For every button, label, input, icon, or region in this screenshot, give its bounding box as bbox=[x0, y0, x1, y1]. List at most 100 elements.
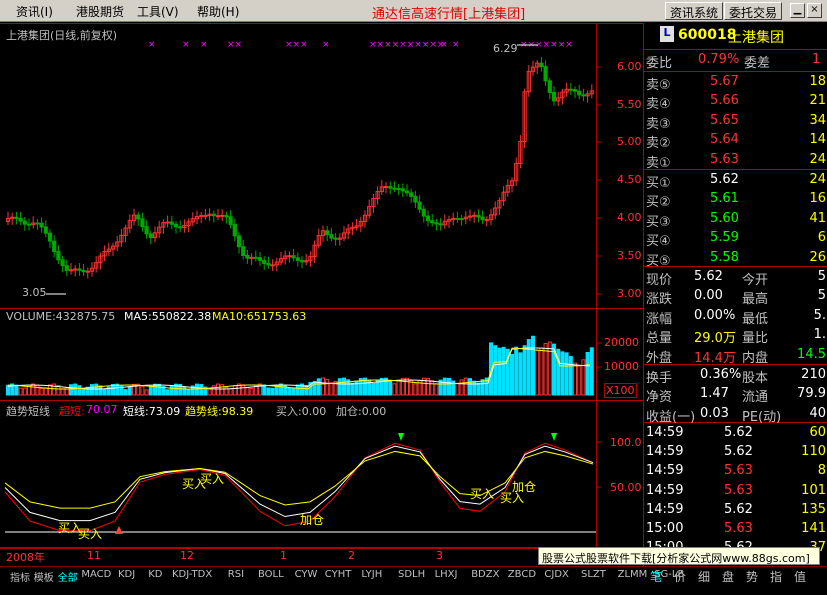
tab-模板[interactable]: 模板 bbox=[34, 569, 54, 584]
volume-bar bbox=[102, 388, 107, 396]
candle-body bbox=[148, 233, 153, 238]
candle-body bbox=[568, 88, 573, 91]
info-system-button[interactable]: 资讯系统 bbox=[665, 2, 724, 20]
menu-tools[interactable]: 工具(V) bbox=[137, 3, 179, 20]
candle-body bbox=[417, 201, 422, 210]
volume-bar bbox=[232, 385, 237, 396]
tab-rsi[interactable]: RSI bbox=[228, 569, 244, 580]
volume-bar bbox=[514, 346, 519, 396]
candle-body bbox=[173, 223, 179, 228]
volume-bar bbox=[73, 383, 78, 396]
candle-body bbox=[581, 94, 586, 97]
app-title: 通达信高速行情[上港集团] bbox=[372, 7, 526, 22]
tick-row: 14:59 5.62 135 bbox=[646, 501, 826, 517]
side-tab[interactable]: 势 bbox=[746, 568, 758, 585]
date-tick: 2008年 bbox=[6, 551, 45, 564]
candle-body bbox=[551, 91, 557, 102]
stat-row: 外盘 14.4万 内盘 14.5 bbox=[646, 346, 826, 366]
volume-bar bbox=[182, 386, 187, 396]
price-tick: 5.50 bbox=[617, 98, 642, 111]
menu-help[interactable]: 帮助(H) bbox=[197, 3, 239, 20]
tab-zlmm[interactable]: ZLMM bbox=[618, 569, 648, 580]
tab-全部[interactable]: 全部 bbox=[58, 569, 78, 584]
volume-bar bbox=[568, 356, 573, 396]
close-icon[interactable]: × bbox=[807, 3, 822, 18]
tab-zbcd[interactable]: ZBCD bbox=[508, 569, 536, 580]
menu-info[interactable]: 资讯(I) bbox=[16, 3, 53, 20]
stat-row: 换手 0.36% 股本 210 bbox=[646, 367, 826, 386]
qushi-legend: 趋势线:98.39 bbox=[185, 405, 254, 418]
volume-bar bbox=[455, 382, 460, 396]
candle-body bbox=[299, 260, 305, 263]
stat-row: 收益(一) 0.03 PE(动) 40 bbox=[646, 405, 826, 425]
tick-row: 14:59 5.62 60 bbox=[646, 425, 826, 440]
tab-cyht[interactable]: CYHT bbox=[325, 569, 352, 580]
svg-text:×: × bbox=[200, 40, 208, 50]
bid-row: 买⑤ 5.58 26 bbox=[646, 249, 826, 269]
date-tick: 11 bbox=[87, 549, 101, 562]
kline-chart-area[interactable]: × × × ×× ××× × ×××××××××× × × ××××××× 上港… bbox=[0, 23, 643, 548]
tab-macd[interactable]: MACD bbox=[81, 569, 111, 580]
tick-row: 14:59 5.63 101 bbox=[646, 482, 826, 498]
volume-bar bbox=[413, 383, 418, 396]
tab-cyw[interactable]: CYW bbox=[295, 569, 318, 580]
side-tab[interactable]: 盘 bbox=[722, 568, 734, 585]
trade-button[interactable]: 委托交易 bbox=[724, 2, 783, 20]
candle-body bbox=[409, 192, 414, 197]
candle-body bbox=[81, 269, 86, 273]
volume-bar bbox=[148, 385, 153, 396]
volume-bar bbox=[270, 387, 275, 396]
volume-bar bbox=[195, 383, 199, 396]
volume-bar bbox=[220, 384, 225, 396]
volume-bar bbox=[396, 380, 401, 396]
ad-banner[interactable]: 股票公式股票软件下载[分析家公式网www.88gs.com] bbox=[538, 547, 820, 565]
volume-bar bbox=[518, 352, 523, 396]
volume-bar bbox=[316, 378, 321, 396]
mairu-legend: 买入:0.00 bbox=[276, 405, 327, 418]
bid-row: 买③ 5.60 41 bbox=[646, 210, 826, 230]
volume-bar bbox=[321, 377, 325, 396]
candle-body bbox=[459, 218, 464, 221]
tab-cjdx[interactable]: CJDX bbox=[544, 569, 568, 580]
candle-body bbox=[266, 262, 271, 266]
candle-body bbox=[425, 215, 431, 222]
volume-bar bbox=[501, 346, 506, 396]
candle-body bbox=[73, 268, 78, 271]
tab-kdj[interactable]: KDJ bbox=[118, 569, 135, 580]
side-tab[interactable]: 价 bbox=[674, 568, 686, 585]
volume-bar bbox=[434, 383, 439, 396]
sell-arrow-icon bbox=[398, 433, 404, 441]
app-window: 资讯(I) 港股期货 工具(V) 帮助(H) 通达信高速行情[上港集团] 资讯系… bbox=[0, 0, 827, 595]
candle-body bbox=[136, 214, 141, 220]
tab-lyjh[interactable]: LYJH bbox=[361, 569, 382, 580]
candle-body bbox=[291, 255, 296, 259]
price-tick: 6.00 bbox=[617, 60, 642, 73]
candlesticks bbox=[5, 56, 594, 279]
side-tab[interactable]: 笔 bbox=[650, 568, 662, 585]
volume-bar bbox=[262, 384, 267, 396]
duanxian-legend: 短线:73.09 bbox=[123, 405, 181, 418]
svg-text:××: ×× bbox=[227, 40, 242, 50]
tab-slzt[interactable]: SLZT bbox=[581, 569, 606, 580]
chart-canvas[interactable]: × × × ×× ××× × ×××××××××× × × ××××××× bbox=[0, 23, 643, 548]
side-tab[interactable]: 指 bbox=[770, 568, 782, 585]
tab-指标[interactable]: 指标 bbox=[10, 569, 30, 584]
tab-boll[interactable]: BOLL bbox=[258, 569, 284, 580]
tab-lhxj[interactable]: LHXJ bbox=[435, 569, 458, 580]
side-tab[interactable]: 值 bbox=[794, 568, 806, 585]
minimize-icon[interactable]: ▁ bbox=[790, 3, 805, 18]
candle-body bbox=[539, 62, 544, 68]
tab-kdj-tdx[interactable]: KDJ-TDX bbox=[172, 569, 212, 580]
volume-bar bbox=[48, 384, 52, 396]
tab-kd[interactable]: KD bbox=[148, 569, 162, 580]
buy-annotation: 买入 bbox=[78, 527, 103, 541]
tab-bdzx[interactable]: BDZX bbox=[471, 569, 499, 580]
menu-hk-futures[interactable]: 港股期货 bbox=[76, 3, 124, 20]
side-tab[interactable]: 细 bbox=[698, 568, 710, 585]
stock-name: 上港集团 bbox=[728, 30, 784, 46]
buy-annotation: 买入 bbox=[200, 472, 225, 486]
volume-bar bbox=[522, 345, 527, 396]
volume-bar bbox=[18, 387, 23, 396]
volume-bar bbox=[442, 377, 447, 396]
tab-sdlh[interactable]: SDLH bbox=[398, 569, 425, 580]
